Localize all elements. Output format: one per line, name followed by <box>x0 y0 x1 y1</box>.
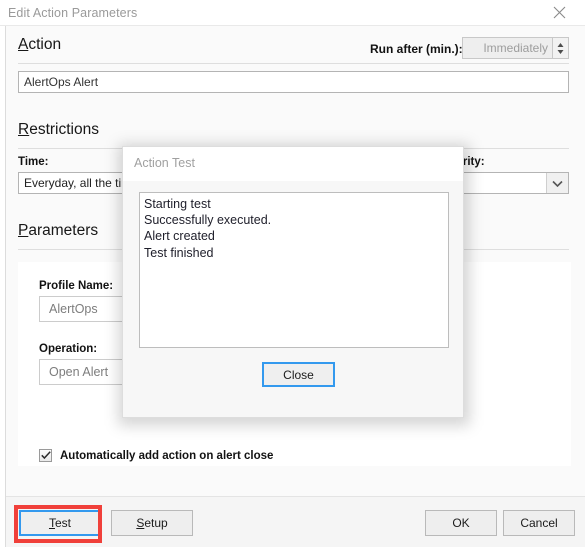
log-line: Alert created <box>144 229 215 244</box>
log-line: Test finished <box>144 245 214 260</box>
test-button-label: est <box>54 516 71 530</box>
action-test-title: Action Test <box>134 156 195 170</box>
action-test-log: Starting test Successfully executed. Ale… <box>139 192 449 348</box>
parameters-section-heading: Parameters <box>18 222 98 240</box>
action-name-input[interactable] <box>18 71 569 93</box>
run-after-label: Run after (min.): <box>370 42 463 56</box>
setup-button-label: etup <box>144 516 168 530</box>
close-icon[interactable] <box>537 0 581 25</box>
profile-name-label: Profile Name: <box>39 280 114 292</box>
window-title-bar: Edit Action Parameters <box>0 0 585 26</box>
cancel-button-label: Cancel <box>520 516 558 530</box>
setup-button[interactable]: Setup <box>111 510 193 536</box>
test-button[interactable]: Test <box>19 510 101 536</box>
action-section-heading: Action <box>18 36 61 54</box>
run-after-value: Immediately <box>483 41 548 55</box>
action-test-close-button[interactable]: Close <box>262 362 335 387</box>
edit-action-parameters-window: Edit Action Parameters Action Run after … <box>0 0 585 547</box>
action-test-title-bar: Action Test <box>123 147 463 181</box>
restrictions-heading-accelerator: R <box>18 121 30 138</box>
auto-add-action-row[interactable]: Automatically add action on alert close <box>39 449 273 462</box>
action-heading-rest: ction <box>28 36 62 53</box>
ok-button-label: OK <box>452 516 470 530</box>
run-after-spinner[interactable]: Immediately <box>462 37 569 59</box>
ok-button[interactable]: OK <box>425 510 497 536</box>
dialog-footer: Test Setup OK Cancel <box>6 496 585 547</box>
log-line: Starting test <box>144 197 211 211</box>
action-test-close-label: Close <box>283 367 314 382</box>
time-label: Time: <box>18 156 49 168</box>
operation-label: Operation: <box>39 343 98 355</box>
window-title: Edit Action Parameters <box>8 6 138 20</box>
parameters-heading-rest: arameters <box>28 222 99 239</box>
restrictions-section-heading: Restrictions <box>18 121 99 139</box>
spinner-arrows[interactable] <box>552 38 568 58</box>
cancel-button[interactable]: Cancel <box>503 510 575 536</box>
parameters-heading-accelerator: P <box>18 222 29 239</box>
log-line: Successfully executed. <box>144 213 272 228</box>
auto-add-action-checkbox[interactable] <box>39 449 52 462</box>
action-section-divider <box>18 63 569 64</box>
chevron-down-icon[interactable] <box>546 173 568 193</box>
action-heading-accelerator: A <box>18 36 29 53</box>
restrictions-heading-rest: estrictions <box>29 121 99 138</box>
auto-add-action-label: Automatically add action on alert close <box>60 449 274 462</box>
action-test-dialog: Action Test Starting test Successfully e… <box>122 146 464 418</box>
